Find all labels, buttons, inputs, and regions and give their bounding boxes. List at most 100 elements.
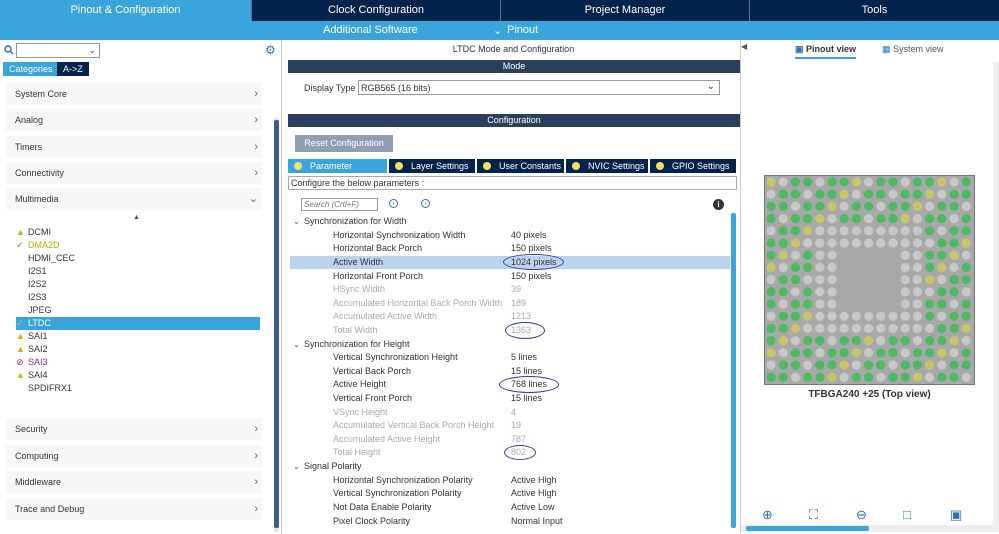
param-row[interactable]: Horizontal Front Porch 150 pixels (290, 270, 730, 283)
group-sync-height[interactable]: ⌄ Synchronization for Height (290, 338, 730, 351)
pin[interactable] (949, 336, 959, 346)
ip-item-hdmi-cec[interactable]: HDMI_CEC (16, 252, 260, 265)
pin[interactable] (864, 238, 874, 248)
pin[interactable] (790, 177, 800, 187)
pin[interactable] (912, 250, 922, 260)
pin[interactable] (949, 238, 959, 248)
pin[interactable] (912, 226, 922, 236)
param-row[interactable]: Vertical Synchronization Height 5 lines (290, 351, 730, 364)
rotate-icon[interactable]: ▣ (950, 507, 962, 523)
category-connectivity[interactable]: Connectivity › (6, 162, 262, 184)
sort-icon[interactable]: ▲ (133, 214, 140, 221)
pin[interactable] (803, 226, 813, 236)
pin[interactable] (937, 250, 947, 260)
additional-software-menu[interactable]: Additional Software (323, 24, 418, 36)
pin[interactable] (815, 299, 825, 309)
pin[interactable] (851, 238, 861, 248)
category-security[interactable]: Security › (6, 418, 262, 440)
pin[interactable] (839, 189, 849, 199)
pin[interactable] (912, 201, 922, 211)
pin[interactable] (937, 201, 947, 211)
left-scrollbar[interactable] (274, 118, 279, 532)
pin[interactable] (864, 311, 874, 321)
pin[interactable] (815, 214, 825, 224)
pin[interactable] (937, 360, 947, 370)
pin[interactable] (925, 226, 935, 236)
pin[interactable] (803, 348, 813, 358)
pin[interactable] (937, 214, 947, 224)
pin[interactable] (961, 201, 971, 211)
pin[interactable] (961, 336, 971, 346)
collapse-left-icon[interactable]: ◀ (741, 42, 747, 51)
pinout-hscrollbar[interactable] (741, 525, 999, 532)
pin[interactable] (864, 360, 874, 370)
chevron-down-icon[interactable]: ⌄ (88, 45, 96, 56)
pin[interactable] (937, 226, 947, 236)
pin[interactable] (937, 238, 947, 248)
pin[interactable] (876, 323, 886, 333)
pin[interactable] (766, 360, 776, 370)
pin[interactable] (790, 336, 800, 346)
pin[interactable] (778, 372, 788, 382)
pinout-view-tab[interactable]: ▣ Pinout view (795, 44, 857, 59)
pin[interactable] (790, 201, 800, 211)
pin[interactable] (766, 372, 776, 382)
pin[interactable] (815, 323, 825, 333)
pin[interactable] (925, 275, 935, 285)
pin[interactable] (949, 323, 959, 333)
pin[interactable] (778, 214, 788, 224)
tab-clock-configuration[interactable]: Clock Configuration (252, 0, 501, 21)
pin[interactable] (949, 275, 959, 285)
pin[interactable] (790, 189, 800, 199)
parameter-search-input[interactable] (301, 198, 378, 211)
pin[interactable] (839, 226, 849, 236)
pin[interactable] (961, 323, 971, 333)
pin[interactable] (900, 360, 910, 370)
pin[interactable] (815, 238, 825, 248)
pin[interactable] (888, 323, 898, 333)
pin[interactable] (961, 311, 971, 321)
category-system-core[interactable]: System Core › (6, 83, 262, 105)
pin[interactable] (851, 372, 861, 382)
pin[interactable] (876, 189, 886, 199)
pin[interactable] (815, 201, 825, 211)
pin[interactable] (925, 287, 935, 297)
pin[interactable] (803, 311, 813, 321)
ip-item-i2s3[interactable]: I2S3 (16, 291, 260, 304)
pin[interactable] (851, 177, 861, 187)
pin[interactable] (900, 311, 910, 321)
pin[interactable] (815, 250, 825, 260)
category-timers[interactable]: Timers › (6, 136, 262, 158)
group-sync-width[interactable]: ⌄ Synchronization for Width (290, 215, 730, 228)
pin[interactable] (766, 177, 776, 187)
group-signal-polarity[interactable]: ⌄ Signal Polarity (290, 460, 730, 473)
gear-icon[interactable]: ⚙ (265, 43, 276, 57)
pin[interactable] (925, 250, 935, 260)
ip-item-i2s2[interactable]: I2S2 (16, 278, 260, 291)
pin[interactable] (864, 372, 874, 382)
ip-item-sai3[interactable]: ⊘ SAI3 (16, 356, 260, 369)
pin[interactable] (949, 372, 959, 382)
pin[interactable] (900, 275, 910, 285)
pin[interactable] (778, 299, 788, 309)
pin[interactable] (888, 201, 898, 211)
pin[interactable] (790, 275, 800, 285)
pin[interactable] (888, 336, 898, 346)
tab-project-manager[interactable]: Project Manager (501, 0, 750, 21)
pin[interactable] (803, 275, 813, 285)
pin[interactable] (766, 287, 776, 297)
export-icon[interactable]: □ (903, 507, 911, 522)
scrollbar-thumb[interactable] (274, 120, 279, 528)
param-row[interactable]: Vertical Synchronization Polarity Active … (290, 487, 730, 500)
pin[interactable] (766, 189, 776, 199)
category-middleware[interactable]: Middleware › (6, 471, 262, 493)
pin[interactable] (961, 262, 971, 272)
tab-parameter-settings[interactable]: Parameter Settings (288, 159, 389, 185)
pin[interactable] (778, 226, 788, 236)
pin[interactable] (937, 287, 947, 297)
pin[interactable] (766, 275, 776, 285)
pin[interactable] (912, 336, 922, 346)
pin[interactable] (961, 348, 971, 358)
pin[interactable] (912, 214, 922, 224)
pin[interactable] (803, 262, 813, 272)
